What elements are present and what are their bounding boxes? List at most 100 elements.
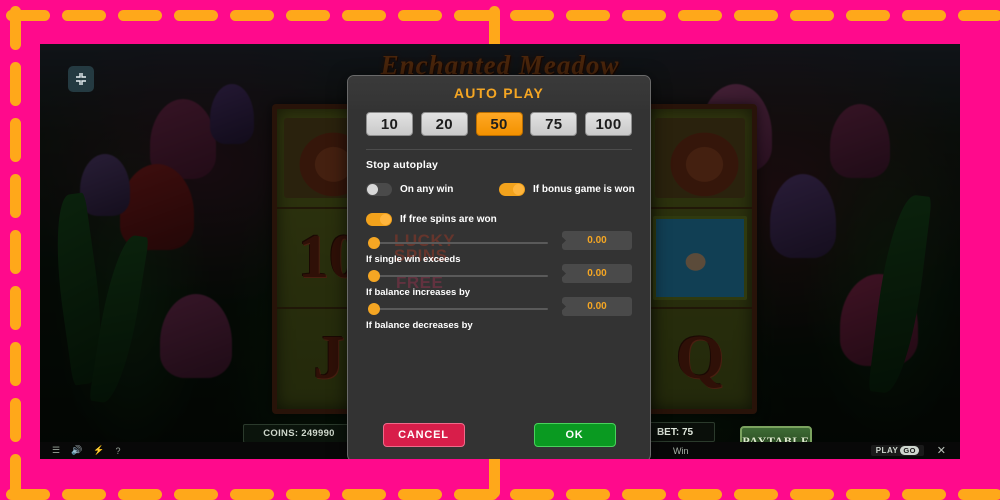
frame-dash: [174, 10, 218, 21]
slider-thumb[interactable]: [368, 237, 380, 249]
frame-dash: [958, 489, 1000, 500]
slider-thumb[interactable]: [368, 270, 380, 282]
auto-play-amount-20[interactable]: 20: [420, 112, 468, 136]
frame-dash: [902, 489, 946, 500]
coins-display: COINS: 249990: [243, 424, 355, 443]
frame-dash: [10, 286, 21, 330]
slider-section: LUCKY SPINS FREE 0.00 If single win excee…: [366, 231, 632, 334]
menu-icon[interactable]: ☰: [52, 445, 60, 456]
toggle-if-free-spins-are-won[interactable]: If free spins are won: [366, 213, 497, 226]
slider-group-0: 0.00 If single win exceeds: [366, 231, 632, 268]
frame-dash: [62, 489, 106, 500]
frame-dash: [10, 174, 21, 218]
toggle-knob: [367, 184, 378, 195]
frame-dash: [846, 10, 890, 21]
toggle-on-any-win[interactable]: On any win: [366, 183, 453, 196]
frame-dash: [790, 10, 834, 21]
logo-suffix: GO: [900, 446, 919, 455]
slider-value[interactable]: 0.00: [562, 231, 632, 250]
dialog-footer: CANCEL OK: [348, 409, 650, 459]
provider-logo: PLAY GO: [870, 445, 924, 456]
auto-play-amount-options: 10 20 50 75 100: [366, 112, 632, 136]
cancel-button[interactable]: CANCEL: [382, 423, 465, 447]
toggle-knob: [380, 214, 391, 225]
toggle-label: If free spins are won: [400, 214, 497, 225]
slider-caption: If balance decreases by: [366, 320, 473, 331]
frame-dash: [489, 454, 500, 498]
auto-play-dialog: AUTO PLAY 10 20 50 75 100 Stop autoplay On a…: [347, 75, 651, 459]
turbo-icon[interactable]: ⚡: [93, 445, 104, 456]
slider-value[interactable]: 0.00: [562, 264, 632, 283]
auto-play-amount-50[interactable]: 50: [475, 112, 523, 136]
frame-dash: [230, 10, 274, 21]
close-icon[interactable]: ✕: [937, 444, 946, 457]
frame-dash: [566, 10, 610, 21]
frame-dash: [10, 6, 21, 50]
frame-dash: [230, 489, 274, 500]
frame-dash: [846, 489, 890, 500]
win-value: Win: [673, 445, 689, 456]
frame-dash: [510, 10, 554, 21]
frame-dash: [622, 10, 666, 21]
slider-group-1: 0.00 If balance increases by: [366, 264, 632, 301]
frame-dash: [286, 10, 330, 21]
frame-dash: [622, 489, 666, 500]
frame-dash: [10, 118, 21, 162]
frame-dash: [678, 10, 722, 21]
game-viewport: 10 J Q Enchanted Meadow COINS: 249990 CO…: [40, 44, 960, 459]
toggle-switch[interactable]: [366, 213, 392, 226]
slider-value[interactable]: 0.00: [562, 297, 632, 316]
slider-caption: If single win exceeds: [366, 254, 461, 265]
logo-prefix: PLAY: [875, 446, 899, 455]
stop-condition-toggles: On any win If bonus game is won If free …: [366, 179, 635, 235]
frame-dash: [62, 10, 106, 21]
frame-dash: [398, 10, 442, 21]
slider-thumb[interactable]: [368, 303, 380, 315]
slider-track[interactable]: [375, 275, 548, 277]
frame-dash: [10, 62, 21, 106]
fullscreen-exit-icon: [76, 73, 86, 85]
frame-dash: [734, 10, 778, 21]
slider-row[interactable]: 0.00: [366, 264, 632, 284]
frame-dash: [174, 489, 218, 500]
frame-dash: [902, 10, 946, 21]
status-bar-icons: ☰ 🔊 ⚡ ?: [40, 445, 121, 456]
frame-dash: [10, 230, 21, 274]
auto-play-amount-100[interactable]: 100: [585, 112, 632, 136]
fullscreen-exit-button[interactable]: [68, 66, 94, 92]
auto-play-amount-75[interactable]: 75: [530, 112, 578, 136]
toggle-if-bonus-game-is-won[interactable]: If bonus game is won: [499, 183, 635, 196]
slider-group-2: 0.00 If balance decreases by: [366, 297, 632, 334]
frame-dash: [10, 398, 21, 442]
frame-dash: [510, 489, 554, 500]
ok-button[interactable]: OK: [533, 423, 616, 447]
toggle-switch[interactable]: [499, 183, 525, 196]
frame-dash: [566, 489, 610, 500]
dialog-divider: [366, 149, 632, 150]
frame-dash: [10, 342, 21, 386]
slider-track[interactable]: [375, 308, 548, 310]
dialog-title: AUTO PLAY: [348, 76, 650, 109]
toggle-label: If bonus game is won: [533, 184, 635, 195]
frame-dash: [118, 489, 162, 500]
slider-list: 0.00 If single win exceeds 0.00 If balance …: [366, 231, 632, 334]
screenshot-root: 10 J Q Enchanted Meadow COINS: 249990 CO…: [0, 0, 1000, 500]
toggle-knob: [513, 184, 524, 195]
slider-row[interactable]: 0.00: [366, 231, 632, 251]
slider-row[interactable]: 0.00: [366, 297, 632, 317]
auto-play-amount-10[interactable]: 10: [366, 112, 413, 136]
frame-dash: [958, 10, 1000, 21]
help-icon[interactable]: ?: [116, 446, 121, 456]
slider-caption: If balance increases by: [366, 287, 471, 298]
slider-track[interactable]: [375, 242, 548, 244]
frame-dash: [790, 489, 834, 500]
frame-dash: [118, 10, 162, 21]
frame-dash: [342, 10, 386, 21]
frame-dash: [342, 489, 386, 500]
dialog-body: 10 20 50 75 100 Stop autoplay On any win If …: [348, 112, 650, 334]
frame-dash: [286, 489, 330, 500]
toggle-switch[interactable]: [366, 183, 392, 196]
frame-dash: [10, 454, 21, 498]
sound-icon[interactable]: 🔊: [71, 445, 82, 456]
stop-autoplay-label: Stop autoplay: [366, 159, 439, 171]
